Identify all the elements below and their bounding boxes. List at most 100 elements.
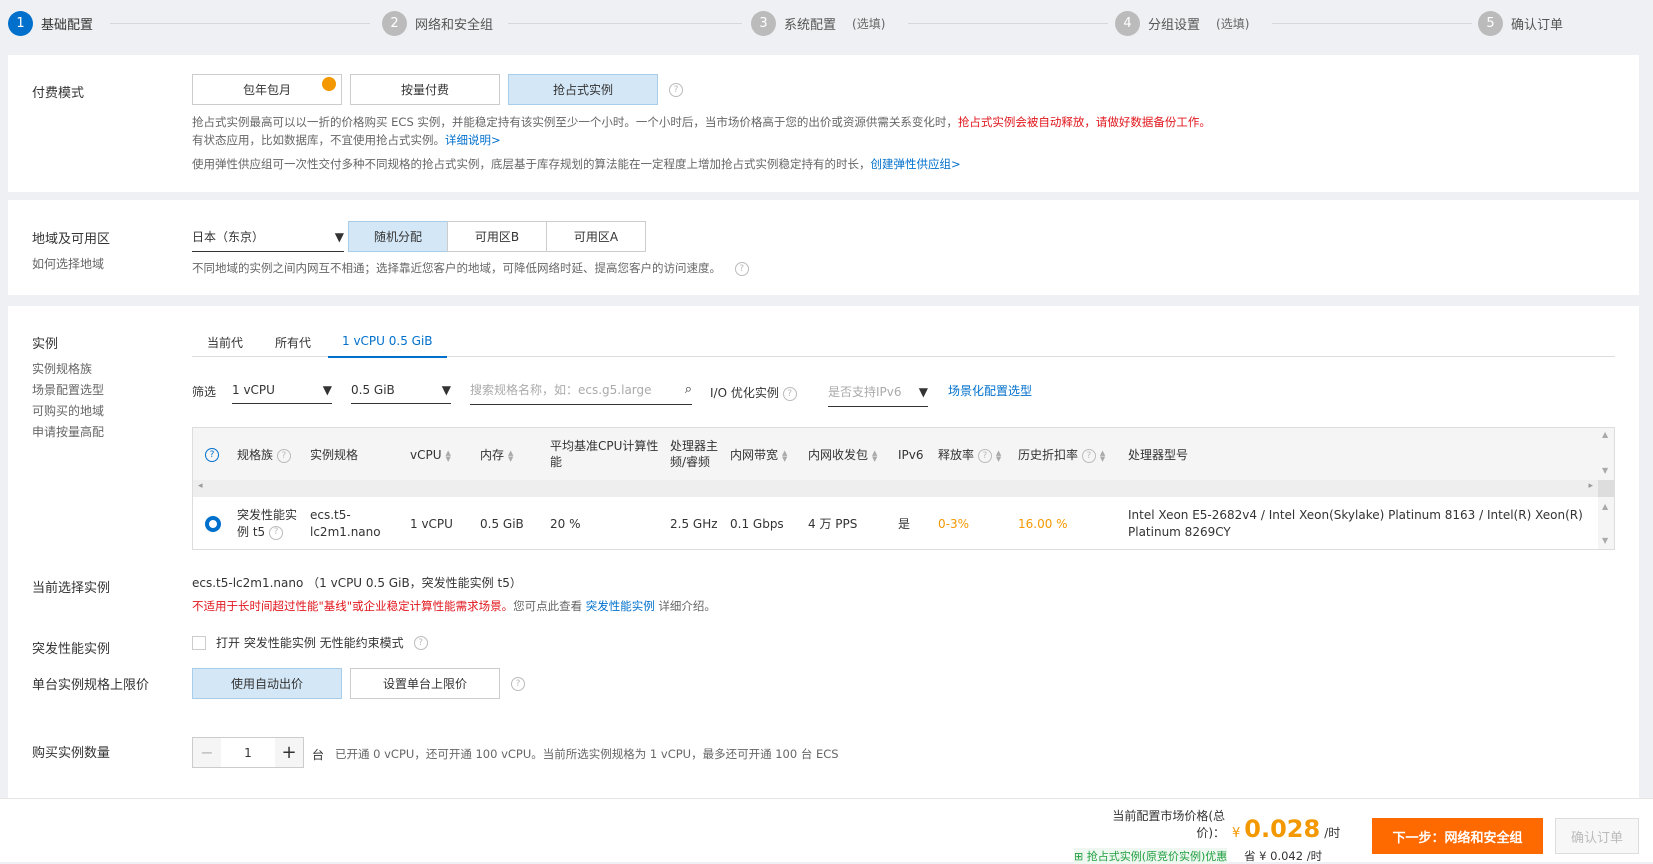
side-link[interactable]: 可购买的地域 <box>32 402 104 419</box>
help-icon[interactable]: ? <box>511 677 525 691</box>
price-label-line1: 当前配置市场价格(总 <box>1112 809 1225 823</box>
scroll-right-icon[interactable]: ▸ <box>1588 481 1593 491</box>
help-icon[interactable]: ? <box>276 448 291 463</box>
checkbox[interactable] <box>192 635 206 650</box>
zone-b-button[interactable]: 可用区B <box>447 221 547 252</box>
region-desc: 不同地域的实例之间内网互不相通；选择靠近您客户的地域，可降低网络时延、提高您客户… <box>192 260 749 276</box>
side-link[interactable]: 场景配置选型 <box>32 381 104 398</box>
scroll-down-icon[interactable]: ▼ <box>1602 466 1608 475</box>
horizontal-scrollbar[interactable]: ◂ ▸ <box>193 480 1598 497</box>
button-label: 可用区A <box>573 230 619 244</box>
promo-badge-icon <box>322 77 336 91</box>
caret-down-icon: ▼ <box>334 229 344 244</box>
zone-a-button[interactable]: 可用区A <box>546 221 646 252</box>
step-number: 4 <box>1115 11 1140 36</box>
caret-down-icon: ▼ <box>441 383 451 397</box>
price-value: 0.028 <box>1244 815 1321 843</box>
cell-release-rate: 0-3% <box>938 517 970 531</box>
col-spec: 实例规格 <box>310 448 359 462</box>
step-label: 确认订单 <box>1511 18 1564 33</box>
search-icon[interactable]: ⌕ <box>685 382 692 397</box>
spec-search-input[interactable]: 搜索规格名称，如：ecs.g5.large ⌕ <box>470 381 692 405</box>
sort-icon[interactable]: ▲ ▼ <box>446 449 451 462</box>
help-icon[interactable]: ? <box>205 448 219 462</box>
sort-icon[interactable]: ▲ ▼ <box>872 449 877 462</box>
step-5[interactable]: 5 确认订单 <box>1478 11 1563 36</box>
quantity-stepper[interactable]: − 1 + <box>192 737 304 768</box>
region-select[interactable]: 日本（东京） ▼ <box>192 228 344 252</box>
region-help-link[interactable]: 如何选择地域 <box>32 255 104 272</box>
instance-card <box>8 306 1639 798</box>
col-bandwidth[interactable]: 内网带宽 ▲ ▼ <box>730 447 787 463</box>
sort-icon[interactable]: ▲ ▼ <box>996 449 1001 462</box>
billing-label: 付费模式 <box>32 86 85 101</box>
billing-payg-button[interactable]: 按量付费 <box>350 74 500 105</box>
step-3[interactable]: 3 系统配置 (选填) <box>751 11 885 36</box>
vertical-scrollbar[interactable]: ▲ ▼ ▲ ▼ <box>1598 428 1614 549</box>
help-icon[interactable]: ? <box>413 635 428 650</box>
col-release-rate[interactable]: 释放率 ? ▲ ▼ <box>938 447 1001 463</box>
instance-label: 实例 <box>32 337 59 352</box>
step-number: 2 <box>382 11 407 36</box>
scene-config-link[interactable]: 场景化配置选型 <box>948 382 1032 399</box>
warning-text: 抢占式实例会被自动释放，请做好数据备份工作。 <box>957 115 1211 129</box>
set-max-price-button[interactable]: 设置单台上限价 <box>350 668 500 699</box>
sort-icon[interactable]: ▲ ▼ <box>1100 449 1105 462</box>
row-radio[interactable] <box>205 516 221 532</box>
scrollbar-thumb[interactable] <box>1598 480 1614 497</box>
scroll-left-icon[interactable]: ◂ <box>198 481 203 491</box>
tab-1vcpu[interactable]: 1 vCPU 0.5 GiB <box>328 334 447 358</box>
ipv6-filter-select[interactable]: 是否支持IPv6 ▼ <box>828 383 928 407</box>
vcpu-filter-select[interactable]: 1 vCPU ▼ <box>232 383 332 404</box>
desc-text: 不同地域的实例之间内网互不相通；选择靠近您客户的地域，可降低网络时延、提高您客户… <box>192 261 721 275</box>
col-frequency: 处理器主频/睿频 <box>670 439 719 469</box>
col-vcpu[interactable]: vCPU ▲ ▼ <box>410 447 451 463</box>
caret-down-icon: ▼ <box>322 383 332 397</box>
quantity-input[interactable]: 1 <box>221 738 275 767</box>
button-label: 使用自动出价 <box>230 677 303 691</box>
billing-subscription-button[interactable]: 包年包月 <box>192 74 342 105</box>
help-icon[interactable]: ? <box>782 386 797 401</box>
sort-icon[interactable]: ▲ ▼ <box>782 449 787 462</box>
col-pps[interactable]: 内网收发包 ▲ ▼ <box>808 447 877 463</box>
step-optional: (选填) <box>852 17 886 31</box>
cell-baseline: 20 % <box>550 517 581 531</box>
burst-unlimited-checkbox-row[interactable]: 打开 突发性能实例 无性能约束模式? <box>192 634 428 651</box>
sort-icon[interactable]: ▲ ▼ <box>508 449 513 462</box>
step-1[interactable]: 1 基础配置 <box>8 11 93 36</box>
checkbox-label[interactable]: 打开 突发性能实例 无性能约束模式 <box>216 634 404 651</box>
auto-bid-button[interactable]: 使用自动出价 <box>192 668 342 699</box>
scroll-up-icon[interactable]: ▲ <box>1602 430 1608 439</box>
confirm-order-button[interactable]: 确认订单 <box>1555 818 1639 854</box>
details-link[interactable]: 详细说明> <box>445 133 501 147</box>
step-2[interactable]: 2 网络和安全组 <box>382 11 493 36</box>
help-icon[interactable]: ? <box>669 83 683 97</box>
burst-instance-link[interactable]: 突发性能实例 <box>586 599 655 613</box>
col-cpu-model: 处理器型号 <box>1128 448 1189 462</box>
next-step-button[interactable]: 下一步：网络和安全组 <box>1372 818 1543 854</box>
memory-filter-select[interactable]: 0.5 GiB ▼ <box>351 383 451 404</box>
zone-random-button[interactable]: 随机分配 <box>348 221 448 252</box>
scroll-down-icon[interactable]: ▼ <box>1602 536 1608 545</box>
col-discount[interactable]: 历史折扣率 ? ▲ ▼ <box>1018 447 1105 463</box>
tab-all-gen[interactable]: 所有代 <box>275 334 311 359</box>
help-icon[interactable]: ? <box>734 261 749 276</box>
price-display: ¥0.028/时 <box>1232 815 1340 843</box>
button-label: 随机分配 <box>373 230 422 244</box>
help-icon[interactable]: ? <box>268 525 283 540</box>
col-label: 内网带宽 <box>730 448 779 462</box>
tab-current-gen[interactable]: 当前代 <box>207 334 243 359</box>
side-link[interactable]: 申请按量高配 <box>32 423 104 440</box>
scroll-up-icon[interactable]: ▲ <box>1602 502 1608 511</box>
create-supply-group-link[interactable]: 创建弹性供应组> <box>871 157 961 171</box>
desc-text: 使用弹性供应组可一次性交付多种不同规格的抢占式实例，底层基于库存规划的算法能在一… <box>192 157 871 171</box>
increment-button[interactable]: + <box>275 738 303 767</box>
step-4[interactable]: 4 分组设置 (选填) <box>1115 11 1249 36</box>
decrement-button[interactable]: − <box>193 738 221 767</box>
help-icon[interactable]: ? <box>977 448 992 463</box>
side-link[interactable]: 实例规格族 <box>32 360 92 377</box>
help-icon[interactable]: ? <box>1081 448 1096 463</box>
billing-spot-button[interactable]: 抢占式实例 <box>508 74 658 105</box>
col-memory[interactable]: 内存 ▲ ▼ <box>480 447 513 463</box>
col-ipv6: IPv6 <box>898 448 924 462</box>
